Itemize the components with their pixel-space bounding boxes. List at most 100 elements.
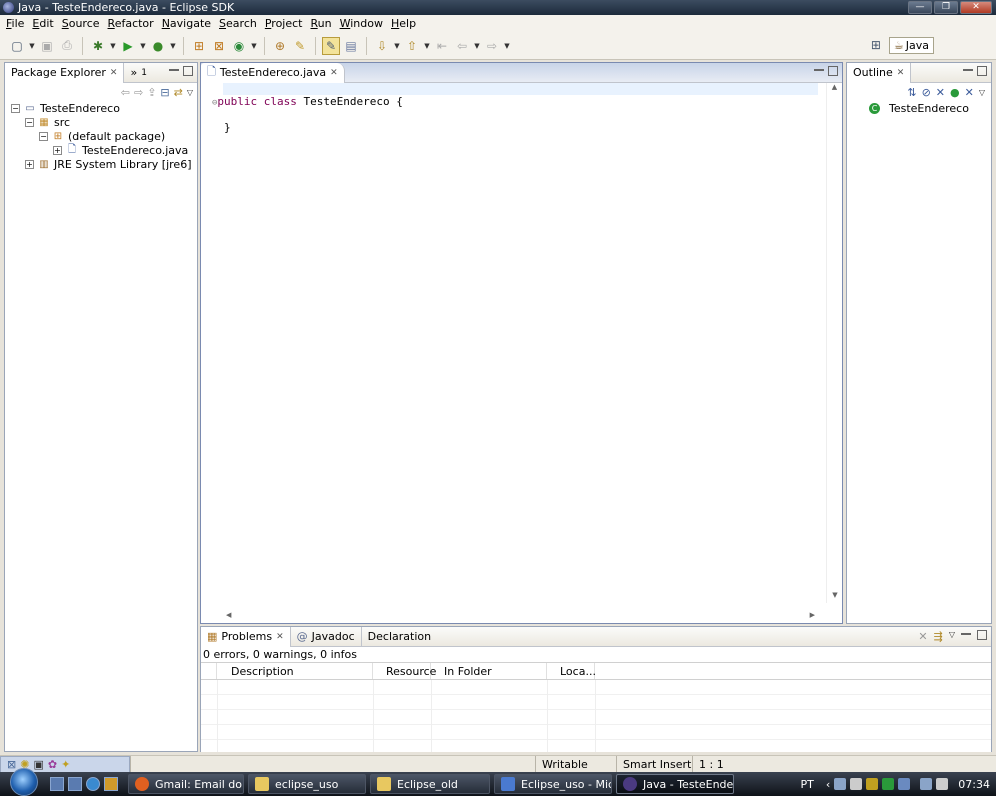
scroll-right-icon[interactable]: ▶ — [810, 611, 815, 619]
clock-app-icon[interactable] — [850, 778, 863, 790]
taskbar-item-eclipse[interactable]: Java - TesteEnderec... — [616, 774, 734, 794]
tree-item-jre-library[interactable]: + ▥ JRE System Library [jre6] — [11, 157, 197, 171]
tab-package-explorer[interactable]: Package Explorer ✕ — [5, 62, 125, 83]
code-editor[interactable]: ⊖public class TesteEndereco { } ▲ ▼ ◀ ▶ — [201, 83, 842, 623]
new-class-icon[interactable]: ◉ — [230, 37, 248, 55]
toggle-mark-occurrences-icon[interactable]: ✎ — [322, 36, 340, 55]
delete-icon[interactable]: ✕ — [918, 630, 927, 643]
taskbar-item-eclipse-uso-folder[interactable]: eclipse_uso — [248, 774, 366, 794]
tab-declaration[interactable]: Declaration — [360, 626, 437, 647]
back-nav-icon[interactable]: ⇦ — [121, 86, 130, 99]
save-icon[interactable]: ▣ — [38, 37, 56, 55]
tree-item-default-package[interactable]: − ⊞ (default package) — [11, 129, 197, 143]
scroll-left-icon[interactable]: ◀ — [226, 611, 231, 619]
run-icon[interactable]: ▶ — [119, 37, 137, 55]
menu-help[interactable]: Help — [387, 17, 420, 30]
menu-project[interactable]: Project — [261, 17, 307, 30]
tray-expand-icon[interactable]: ‹ — [826, 778, 830, 791]
menu-search[interactable]: Search — [215, 17, 261, 30]
horizontal-scrollbar[interactable]: ◀ ▶ — [223, 607, 818, 623]
menu-navigate[interactable]: Navigate — [158, 17, 215, 30]
collapse-icon[interactable]: − — [11, 103, 20, 113]
menu-window[interactable]: Window — [336, 17, 387, 30]
tree-item-src[interactable]: − ▦ src — [11, 115, 197, 129]
open-type-icon[interactable]: ⊕ — [271, 37, 289, 55]
outline-item-class[interactable]: C TesteEndereco — [847, 101, 991, 115]
start-button[interactable] — [10, 768, 38, 796]
taskbar-item-eclipse-old-folder[interactable]: Eclipse_old — [370, 774, 490, 794]
collapse-icon[interactable]: − — [39, 131, 48, 141]
vertical-scrollbar[interactable]: ▲ ▼ — [826, 83, 842, 603]
console-icon[interactable]: ▣ — [33, 758, 43, 771]
minimize-view-icon[interactable] — [961, 633, 971, 636]
hide-static-icon[interactable]: ✕ — [936, 86, 945, 99]
switch-windows-icon[interactable] — [68, 777, 82, 791]
show-desktop-icon[interactable] — [50, 777, 64, 791]
tasks-icon[interactable]: ✿ — [48, 758, 57, 771]
hide-nonpublic-icon[interactable]: ● — [950, 86, 960, 99]
antivirus-icon[interactable] — [882, 778, 895, 790]
new-dropdown-icon[interactable]: ▼ — [28, 37, 36, 55]
search-icon[interactable]: ✎ — [291, 37, 309, 55]
volume-icon[interactable] — [936, 778, 949, 790]
run-dropdown-icon[interactable]: ▼ — [139, 37, 147, 55]
close-icon[interactable]: ✕ — [276, 632, 284, 642]
security-icon[interactable] — [866, 778, 879, 790]
close-button[interactable]: ✕ — [960, 1, 992, 14]
close-icon[interactable]: ✕ — [897, 68, 905, 78]
print-icon[interactable]: ⎙ — [58, 37, 76, 55]
display-icon[interactable] — [920, 778, 933, 790]
new-java-project-icon[interactable]: ⊞ — [190, 37, 208, 55]
menu-edit[interactable]: Edit — [28, 17, 57, 30]
clock[interactable]: 07:34 — [958, 778, 990, 791]
network-icon[interactable] — [834, 778, 847, 790]
maximize-view-icon[interactable] — [977, 66, 987, 76]
view-menu-icon[interactable]: ▽ — [979, 88, 985, 97]
progress-icon[interactable]: ✦ — [61, 758, 70, 771]
up-icon[interactable]: ⇪ — [147, 86, 156, 99]
close-icon[interactable]: ✕ — [330, 68, 338, 78]
open-perspective-icon[interactable]: ⊞ — [867, 36, 885, 54]
last-edit-icon[interactable]: ⇤ — [433, 37, 451, 55]
tab-javadoc[interactable]: @ Javadoc — [291, 627, 361, 647]
minimize-view-icon[interactable] — [814, 69, 824, 72]
back-icon[interactable]: ⇦ — [453, 37, 471, 55]
previous-annotation-icon[interactable]: ⇧ — [403, 37, 421, 55]
update-icon[interactable] — [898, 778, 911, 790]
view-menu-icon[interactable]: ▽ — [949, 630, 955, 643]
new-package-icon[interactable]: ⊠ — [210, 37, 228, 55]
previous-annotation-dropdown-icon[interactable]: ▼ — [423, 37, 431, 55]
column-resource[interactable]: Resource — [373, 663, 436, 679]
tree-item-java-file[interactable]: + 🗋 TesteEndereco.java — [11, 143, 197, 157]
tab-outline[interactable]: Outline ✕ — [847, 62, 912, 83]
tab-hierarchy[interactable]: » 1 — [124, 63, 152, 83]
forward-icon[interactable]: ⇨ — [483, 37, 501, 55]
tab-testeendereco-java[interactable]: 🗋 TesteEndereco.java ✕ — [201, 62, 345, 83]
tree-item-project[interactable]: − ▭ TesteEndereco — [11, 101, 197, 115]
hide-fields-icon[interactable]: ⊘ — [922, 86, 931, 99]
maximize-view-icon[interactable] — [183, 66, 193, 76]
column-in-folder[interactable]: In Folder — [431, 663, 547, 679]
column-description[interactable]: Description — [217, 663, 373, 679]
taskbar-item-gmail[interactable]: Gmail: Email do Go... — [128, 774, 244, 794]
sort-icon[interactable]: ⇅ — [907, 86, 916, 99]
fast-view-icon[interactable]: ⊠ — [7, 758, 16, 771]
next-annotation-dropdown-icon[interactable]: ▼ — [393, 37, 401, 55]
internet-explorer-icon[interactable] — [86, 777, 100, 791]
menu-refactor[interactable]: Refactor — [104, 17, 158, 30]
external-tools-dropdown-icon[interactable]: ▼ — [169, 37, 177, 55]
next-annotation-icon[interactable]: ⇩ — [373, 37, 391, 55]
media-player-icon[interactable] — [104, 777, 118, 791]
minimize-button[interactable]: — — [908, 1, 932, 14]
show-whitespace-icon[interactable]: ▤ — [342, 37, 360, 55]
expand-icon[interactable]: + — [25, 159, 34, 169]
debug-dropdown-icon[interactable]: ▼ — [109, 37, 117, 55]
minimize-view-icon[interactable] — [169, 69, 179, 72]
restore-button[interactable]: ❐ — [934, 1, 958, 14]
link-with-editor-icon[interactable]: ⇄ — [174, 86, 183, 99]
collapse-all-icon[interactable]: ⊟ — [160, 86, 169, 99]
new-icon[interactable]: ▢ — [8, 37, 26, 55]
collapse-icon[interactable]: − — [25, 117, 34, 127]
external-tools-icon[interactable]: ● — [149, 37, 167, 55]
hide-local-types-icon[interactable]: ✕ — [965, 86, 974, 99]
